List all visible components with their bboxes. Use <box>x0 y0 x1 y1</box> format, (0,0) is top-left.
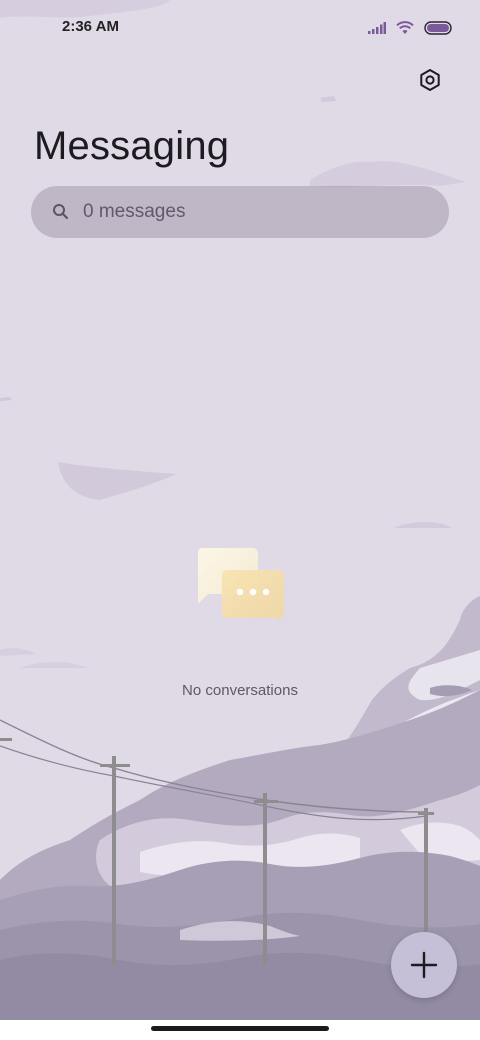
empty-state-text: No conversations <box>182 682 298 699</box>
settings-button[interactable] <box>412 62 448 98</box>
gear-icon <box>420 69 440 91</box>
search-bar[interactable] <box>31 186 449 238</box>
status-bar: 2:36 AM <box>0 0 480 56</box>
wifi-icon <box>396 21 414 34</box>
battery-icon <box>424 21 452 35</box>
search-input[interactable] <box>81 200 415 224</box>
chat-bubbles-icon <box>198 548 284 622</box>
status-time: 2:36 AM <box>62 18 119 35</box>
plus-icon <box>410 951 438 979</box>
home-indicator[interactable] <box>151 1026 329 1031</box>
status-icons <box>368 18 452 38</box>
new-conversation-button[interactable] <box>391 932 457 998</box>
signal-icon <box>368 22 386 34</box>
page-title: Messaging <box>34 124 230 168</box>
search-icon <box>53 204 69 220</box>
